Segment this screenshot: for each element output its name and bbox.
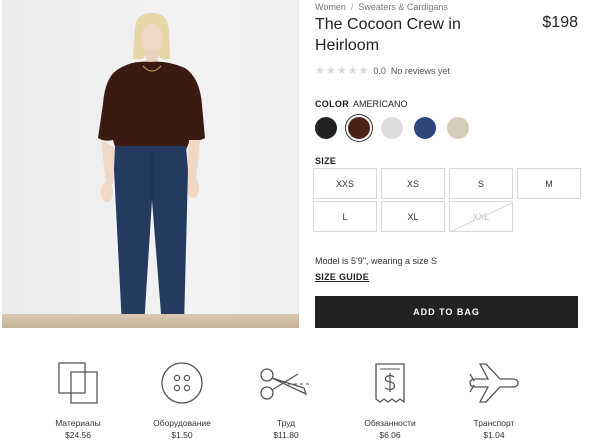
size-option-l[interactable]: L [313,201,377,232]
size-option-xxl[interactable]: XXL [449,201,513,232]
cost-item-labor: Труд $11.80 [236,360,336,440]
color-label: COLOR [315,99,349,109]
star-rating-icons: ★★★★★ [315,65,370,77]
product-title: The Cocoon Crew in Heirloom [315,16,461,54]
size-option-s[interactable]: S [449,168,513,199]
add-to-bag-button[interactable]: ADD TO BAG [315,296,578,328]
model-photo [98,13,205,326]
cost-value: $6.06 [379,430,401,440]
cost-label: Оборудование [153,418,211,428]
breadcrumb-separator: / [350,2,354,12]
size-guide-link[interactable]: SIZE GUIDE [315,272,369,282]
selected-color-name: AMERICANO [353,99,408,109]
cost-item-transport: Транспорт $1.04 [444,360,544,440]
rating[interactable]: ★★★★★ 0.0 No reviews yet [315,64,450,77]
scissors-icon [260,368,312,400]
size-option-m[interactable]: M [517,168,581,199]
color-swatch[interactable] [381,117,403,139]
cost-label: Обязанности [364,418,416,428]
product-image[interactable] [2,0,299,328]
cost-item-duties: Обязанности $6.06 [340,360,440,440]
cost-label: Труд [276,418,296,428]
color-label-row: COLOR AMERICANO [315,99,408,109]
reviews-count: No reviews yet [390,65,450,76]
airplane-icon [469,363,519,403]
breadcrumb-category-link[interactable]: Sweaters & Cardigans [358,2,448,12]
color-swatch[interactable] [348,117,370,139]
size-label: SIZE [315,156,337,166]
cost-label: Материалы [55,418,101,428]
breadcrumb: Women / Sweaters & Cardigans [315,2,448,12]
product-price: $198 [542,14,578,31]
cost-value: $1.04 [483,430,505,440]
cost-item-hardware: Оборудование $1.50 [132,360,232,440]
color-swatch[interactable] [447,117,469,139]
button-icon [161,362,203,404]
receipt-dollar-icon [375,363,405,404]
model-info: Model is 5'9", wearing a size S [315,256,437,266]
size-option-xxs[interactable]: XXS [313,168,377,199]
fabric-icon [58,362,98,404]
unavailable-slash [450,202,512,231]
floor [2,314,299,328]
color-swatches [315,117,480,139]
cost-value: $24.56 [65,430,91,440]
size-option-xl[interactable]: XL [381,201,445,232]
cost-item-materials: Материалы $24.56 [28,360,128,440]
breadcrumb-women-link[interactable]: Women [315,2,346,12]
cost-value: $1.50 [171,430,193,440]
cost-breakdown: Материалы $24.56 Оборудование $1.50 Труд… [28,360,548,445]
size-grid: XXS XS S M L XL XXL [313,168,581,232]
cost-label: Транспорт [473,418,515,428]
color-swatch[interactable] [414,117,436,139]
size-option-xs[interactable]: XS [381,168,445,199]
rating-score: 0.0 [373,65,386,76]
cost-value: $11.80 [273,430,299,440]
color-swatch[interactable] [315,117,337,139]
